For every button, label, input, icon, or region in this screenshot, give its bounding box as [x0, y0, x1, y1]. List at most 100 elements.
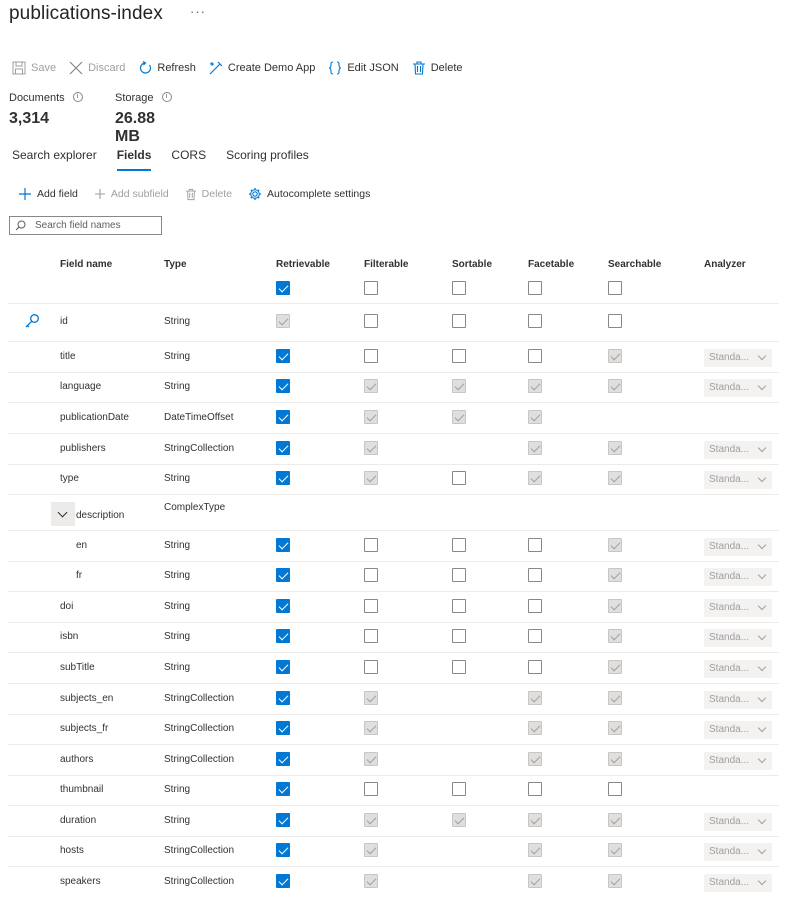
- col-retrievable[interactable]: Retrievable: [276, 259, 330, 270]
- facetable-checkbox[interactable]: [528, 660, 542, 674]
- searchable-checkbox[interactable]: [608, 314, 622, 328]
- retrievable-checkbox[interactable]: [276, 568, 290, 582]
- table-row[interactable]: authors StringCollection Standa...: [8, 744, 779, 775]
- retrievable-checkbox[interactable]: [276, 691, 290, 705]
- search-field-input[interactable]: [35, 220, 155, 231]
- retrievable-checkbox[interactable]: [276, 874, 290, 888]
- facetable-checkbox[interactable]: [528, 568, 542, 582]
- table-row[interactable]: publicationDate DateTimeOffset: [8, 402, 779, 433]
- retrievable-checkbox[interactable]: [276, 599, 290, 613]
- searchable-checkbox: [608, 349, 622, 363]
- delete-index-button[interactable]: Delete: [412, 61, 463, 75]
- save-button[interactable]: Save: [12, 61, 56, 75]
- sortable-checkbox[interactable]: [452, 314, 466, 328]
- analyzer-dropdown: Standa...: [704, 599, 772, 617]
- tab-search-explorer[interactable]: Search explorer: [12, 148, 97, 171]
- table-row[interactable]: publishers StringCollection Standa...: [8, 433, 779, 464]
- create-demo-app-button[interactable]: Create Demo App: [209, 61, 315, 75]
- table-row[interactable]: doi String Standa...: [8, 591, 779, 622]
- retrievable-checkbox[interactable]: [276, 721, 290, 735]
- table-row[interactable]: speakers StringCollection Standa...: [8, 866, 779, 897]
- tab-fields[interactable]: Fields: [116, 148, 152, 171]
- select-all-retrievable-checkbox[interactable]: [276, 281, 290, 295]
- table-row[interactable]: type String Standa...: [8, 464, 779, 494]
- select-all-facetable-checkbox[interactable]: [528, 281, 542, 295]
- filterable-checkbox[interactable]: [364, 349, 378, 363]
- sortable-checkbox[interactable]: [452, 471, 466, 485]
- sortable-checkbox[interactable]: [452, 629, 466, 643]
- retrievable-checkbox[interactable]: [276, 538, 290, 552]
- info-icon[interactable]: i: [72, 92, 83, 102]
- sortable-checkbox[interactable]: [452, 568, 466, 582]
- select-all-sortable-checkbox[interactable]: [452, 281, 466, 295]
- facetable-checkbox[interactable]: [528, 782, 542, 796]
- delete-field-button[interactable]: Delete: [185, 188, 232, 201]
- retrievable-checkbox[interactable]: [276, 441, 290, 455]
- col-searchable[interactable]: Searchable: [608, 259, 661, 270]
- sortable-checkbox[interactable]: [452, 782, 466, 796]
- table-row[interactable]: duration String Standa...: [8, 805, 779, 836]
- autocomplete-settings-button[interactable]: Autocomplete settings: [248, 187, 370, 201]
- retrievable-checkbox[interactable]: [276, 782, 290, 796]
- retrievable-checkbox[interactable]: [276, 349, 290, 363]
- facetable-checkbox[interactable]: [528, 599, 542, 613]
- retrievable-checkbox[interactable]: [276, 752, 290, 766]
- table-row[interactable]: en String Standa...: [8, 530, 779, 561]
- table-row[interactable]: subjects_en StringCollection Standa...: [8, 683, 779, 714]
- filterable-checkbox[interactable]: [364, 314, 378, 328]
- filterable-checkbox[interactable]: [364, 629, 378, 643]
- sortable-checkbox[interactable]: [452, 538, 466, 552]
- retrievable-checkbox[interactable]: [276, 629, 290, 643]
- retrievable-checkbox[interactable]: [276, 410, 290, 424]
- select-all-filterable-checkbox[interactable]: [364, 281, 378, 295]
- sortable-checkbox[interactable]: [452, 599, 466, 613]
- table-row[interactable]: title String Standa...: [8, 341, 779, 372]
- col-facetable[interactable]: Facetable: [528, 259, 574, 270]
- field-type: String: [164, 601, 191, 612]
- tab-scoring-profiles[interactable]: Scoring profiles: [226, 148, 309, 171]
- gear-icon: [249, 188, 262, 200]
- table-row[interactable]: subjects_fr StringCollection Standa...: [8, 714, 779, 744]
- filterable-checkbox[interactable]: [364, 599, 378, 613]
- col-type[interactable]: Type: [164, 259, 187, 270]
- analyzer-dropdown: Standa...: [704, 379, 772, 397]
- retrievable-checkbox[interactable]: [276, 660, 290, 674]
- col-field-name[interactable]: Field name: [60, 259, 112, 270]
- col-sortable[interactable]: Sortable: [452, 259, 492, 270]
- more-options-button[interactable]: ···: [190, 4, 206, 19]
- filterable-checkbox[interactable]: [364, 568, 378, 582]
- table-row[interactable]: description ComplexType: [8, 494, 779, 530]
- retrievable-checkbox[interactable]: [276, 471, 290, 485]
- add-field-button[interactable]: Add field: [18, 187, 78, 201]
- select-all-searchable-checkbox[interactable]: [608, 281, 622, 295]
- table-row[interactable]: thumbnail String: [8, 775, 779, 805]
- table-row[interactable]: id String: [8, 303, 779, 341]
- table-row[interactable]: isbn String Standa...: [8, 622, 779, 652]
- facetable-checkbox[interactable]: [528, 349, 542, 363]
- facetable-checkbox[interactable]: [528, 629, 542, 643]
- info-icon[interactable]: i: [161, 92, 172, 102]
- add-subfield-button[interactable]: Add subfield: [94, 188, 169, 200]
- edit-json-button[interactable]: Edit JSON: [328, 61, 399, 75]
- filterable-checkbox[interactable]: [364, 538, 378, 552]
- retrievable-checkbox[interactable]: [276, 813, 290, 827]
- table-row[interactable]: hosts StringCollection Standa...: [8, 836, 779, 866]
- sortable-checkbox[interactable]: [452, 349, 466, 363]
- searchable-checkbox[interactable]: [608, 782, 622, 796]
- refresh-button[interactable]: Refresh: [138, 61, 196, 75]
- retrievable-checkbox[interactable]: [276, 379, 290, 393]
- facetable-checkbox[interactable]: [528, 314, 542, 328]
- table-row[interactable]: subTitle String Standa...: [8, 652, 779, 683]
- table-row[interactable]: fr String Standa...: [8, 561, 779, 591]
- filterable-checkbox[interactable]: [364, 782, 378, 796]
- tab-cors[interactable]: CORS: [171, 148, 206, 171]
- chevron-down-icon[interactable]: [51, 502, 75, 526]
- table-row[interactable]: language String Standa...: [8, 372, 779, 402]
- filterable-checkbox[interactable]: [364, 660, 378, 674]
- col-filterable[interactable]: Filterable: [364, 259, 408, 270]
- facetable-checkbox[interactable]: [528, 538, 542, 552]
- add-subfield-label: Add subfield: [110, 188, 169, 200]
- discard-button[interactable]: Discard: [69, 61, 125, 75]
- retrievable-checkbox[interactable]: [276, 843, 290, 857]
- sortable-checkbox[interactable]: [452, 660, 466, 674]
